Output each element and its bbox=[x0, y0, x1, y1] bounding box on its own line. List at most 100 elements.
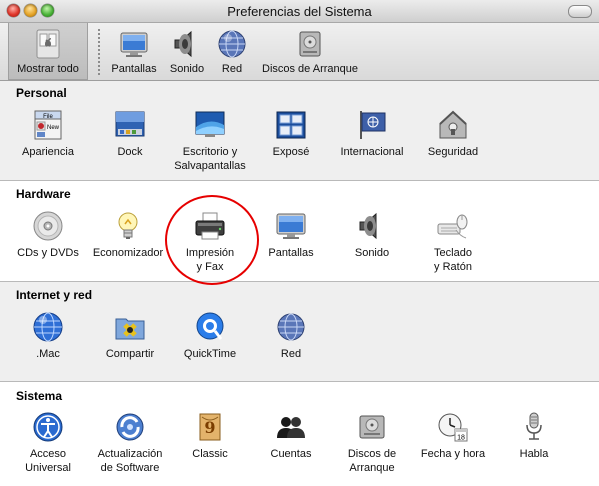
pane-label: Cuentas bbox=[270, 448, 312, 460]
startup-disk-icon bbox=[359, 415, 385, 439]
pane-international[interactable]: Internacional bbox=[330, 109, 414, 159]
pane-appearance[interactable]: File New Apariencia bbox=[6, 109, 90, 159]
svg-text:9: 9 bbox=[204, 418, 215, 437]
network-globe-icon bbox=[218, 30, 246, 58]
toolbar-item-network[interactable]: Red bbox=[212, 23, 252, 79]
section-hardware: Hardware CDs y DVDs Economizador Impresi… bbox=[0, 181, 599, 281]
pane-energy-saver[interactable]: Economizador bbox=[86, 210, 170, 260]
show-all-label: Mostrar todo bbox=[17, 63, 79, 75]
dotmac-globe-icon bbox=[33, 312, 63, 342]
display-icon bbox=[276, 213, 306, 239]
toolbar-item-startup-disk[interactable]: Discos de Arranque bbox=[252, 23, 368, 79]
international-flag-icon bbox=[360, 111, 386, 139]
pane-speech[interactable]: Habla bbox=[492, 411, 576, 461]
pane-date-time[interactable]: 18 Fecha y hora bbox=[411, 411, 495, 461]
toolbar-item-displays[interactable]: Pantallas bbox=[106, 23, 162, 79]
pane-label: Internacional bbox=[340, 146, 404, 158]
pane-quicktime[interactable]: QuickTime bbox=[168, 311, 252, 361]
startup-disk-icon bbox=[299, 31, 321, 57]
accounts-icon bbox=[277, 417, 305, 438]
pane-label: Exposé bbox=[272, 146, 310, 158]
pane-expose[interactable]: Exposé bbox=[249, 109, 333, 159]
show-all-button[interactable]: Mostrar todo bbox=[8, 23, 88, 80]
pane-displays[interactable]: Pantallas bbox=[249, 210, 333, 260]
pane-label: Red bbox=[280, 348, 302, 360]
pane-sound[interactable]: Sonido bbox=[330, 210, 414, 260]
pane-keyboard-mouse[interactable]: Teclado y Ratón bbox=[411, 210, 495, 274]
pane-label: Fecha y hora bbox=[420, 448, 486, 460]
section-title: Personal bbox=[16, 86, 67, 100]
lightbulb-icon bbox=[118, 212, 138, 239]
toolbar-item-label: Pantallas bbox=[111, 63, 157, 75]
system-preferences-window: Preferencias del Sistema Mostrar todo Pa… bbox=[0, 0, 599, 486]
expose-icon bbox=[276, 111, 306, 139]
pane-label: Dock bbox=[117, 146, 143, 158]
svg-text:New: New bbox=[47, 125, 60, 131]
toolbar-item-label: Discos de Arranque bbox=[262, 63, 358, 75]
appearance-icon: File New bbox=[34, 110, 62, 140]
security-house-icon bbox=[439, 110, 467, 139]
pane-dotmac[interactable]: .Mac bbox=[6, 311, 90, 361]
pane-label: Economizador bbox=[92, 247, 164, 259]
date-time-icon: 18 bbox=[438, 413, 468, 442]
pane-label: CDs y DVDs bbox=[17, 247, 79, 259]
quicktime-icon bbox=[196, 312, 224, 340]
pane-label: Teclado y Ratón bbox=[434, 247, 472, 273]
pane-network[interactable]: Red bbox=[249, 311, 333, 361]
svg-text:18: 18 bbox=[457, 435, 465, 442]
pane-label: Habla bbox=[519, 448, 549, 460]
desktop-screensaver-icon bbox=[195, 111, 225, 137]
toolbar-item-label: Sonido bbox=[169, 63, 205, 75]
pane-startup-disk[interactable]: Discos de Arranque bbox=[330, 411, 414, 475]
software-update-icon bbox=[116, 413, 144, 441]
pane-label: Seguridad bbox=[427, 146, 479, 158]
pane-label: Pantallas bbox=[268, 247, 314, 259]
toolbar: Mostrar todo Pantallas Sonido Red Discos… bbox=[0, 23, 599, 81]
pane-label: Apariencia bbox=[22, 146, 74, 158]
speech-microphone-icon bbox=[526, 412, 542, 440]
svg-text:File: File bbox=[43, 114, 53, 120]
pane-label: QuickTime bbox=[183, 348, 237, 360]
section-title: Hardware bbox=[16, 187, 71, 201]
pane-universal-access[interactable]: Acceso Universal bbox=[6, 411, 90, 475]
toolbar-separator bbox=[98, 29, 100, 75]
speaker-icon bbox=[359, 212, 377, 240]
section-system: Sistema Acceso Universal Actualización d… bbox=[0, 382, 599, 486]
toolbar-item-label: Red bbox=[221, 63, 243, 75]
pane-label: Classic bbox=[192, 448, 228, 460]
pane-software-update[interactable]: Actualización de Software bbox=[88, 411, 172, 475]
printer-icon bbox=[195, 212, 225, 240]
toolbar-item-sound[interactable]: Sonido bbox=[162, 23, 212, 79]
apple-switch-icon bbox=[36, 29, 60, 59]
pane-security[interactable]: Seguridad bbox=[411, 109, 495, 159]
pane-label: Acceso Universal bbox=[25, 448, 71, 474]
pane-label: Discos de Arranque bbox=[347, 448, 397, 474]
pane-sharing[interactable]: Compartir bbox=[88, 311, 172, 361]
toolbar-toggle-button[interactable] bbox=[568, 5, 592, 18]
section-title: Sistema bbox=[16, 389, 63, 403]
pane-cds-dvds[interactable]: CDs y DVDs bbox=[6, 210, 90, 260]
pane-print-fax[interactable]: Impresión y Fax bbox=[168, 210, 252, 274]
pane-accounts[interactable]: Cuentas bbox=[249, 411, 333, 461]
cd-dvd-icon bbox=[33, 211, 63, 241]
pane-label: Compartir bbox=[105, 348, 155, 360]
pane-label: Sonido bbox=[354, 247, 390, 259]
pane-desktop-screensaver[interactable]: Escritorio y Salvapantallas bbox=[168, 109, 252, 173]
pane-label: .Mac bbox=[36, 348, 60, 360]
classic-icon: 9 bbox=[199, 413, 221, 441]
sharing-folder-icon bbox=[115, 318, 145, 340]
section-personal: Personal File New Apariencia Dock Escrit… bbox=[0, 81, 599, 180]
display-icon bbox=[120, 32, 148, 57]
pane-label: Impresión y Fax bbox=[185, 247, 235, 273]
title-bar[interactable]: Preferencias del Sistema bbox=[0, 0, 599, 23]
pane-label: Escritorio y Salvapantallas bbox=[174, 146, 246, 172]
network-globe-icon bbox=[277, 313, 305, 341]
window-title: Preferencias del Sistema bbox=[227, 4, 372, 19]
universal-access-icon bbox=[33, 412, 63, 442]
keyboard-mouse-icon bbox=[437, 214, 468, 239]
section-internet-network: Internet y red .Mac Compartir QuickTime … bbox=[0, 282, 599, 381]
pane-label: Actualización de Software bbox=[97, 448, 163, 474]
dock-icon bbox=[115, 111, 145, 137]
pane-classic[interactable]: 9 Classic bbox=[168, 411, 252, 461]
pane-dock[interactable]: Dock bbox=[88, 109, 172, 159]
